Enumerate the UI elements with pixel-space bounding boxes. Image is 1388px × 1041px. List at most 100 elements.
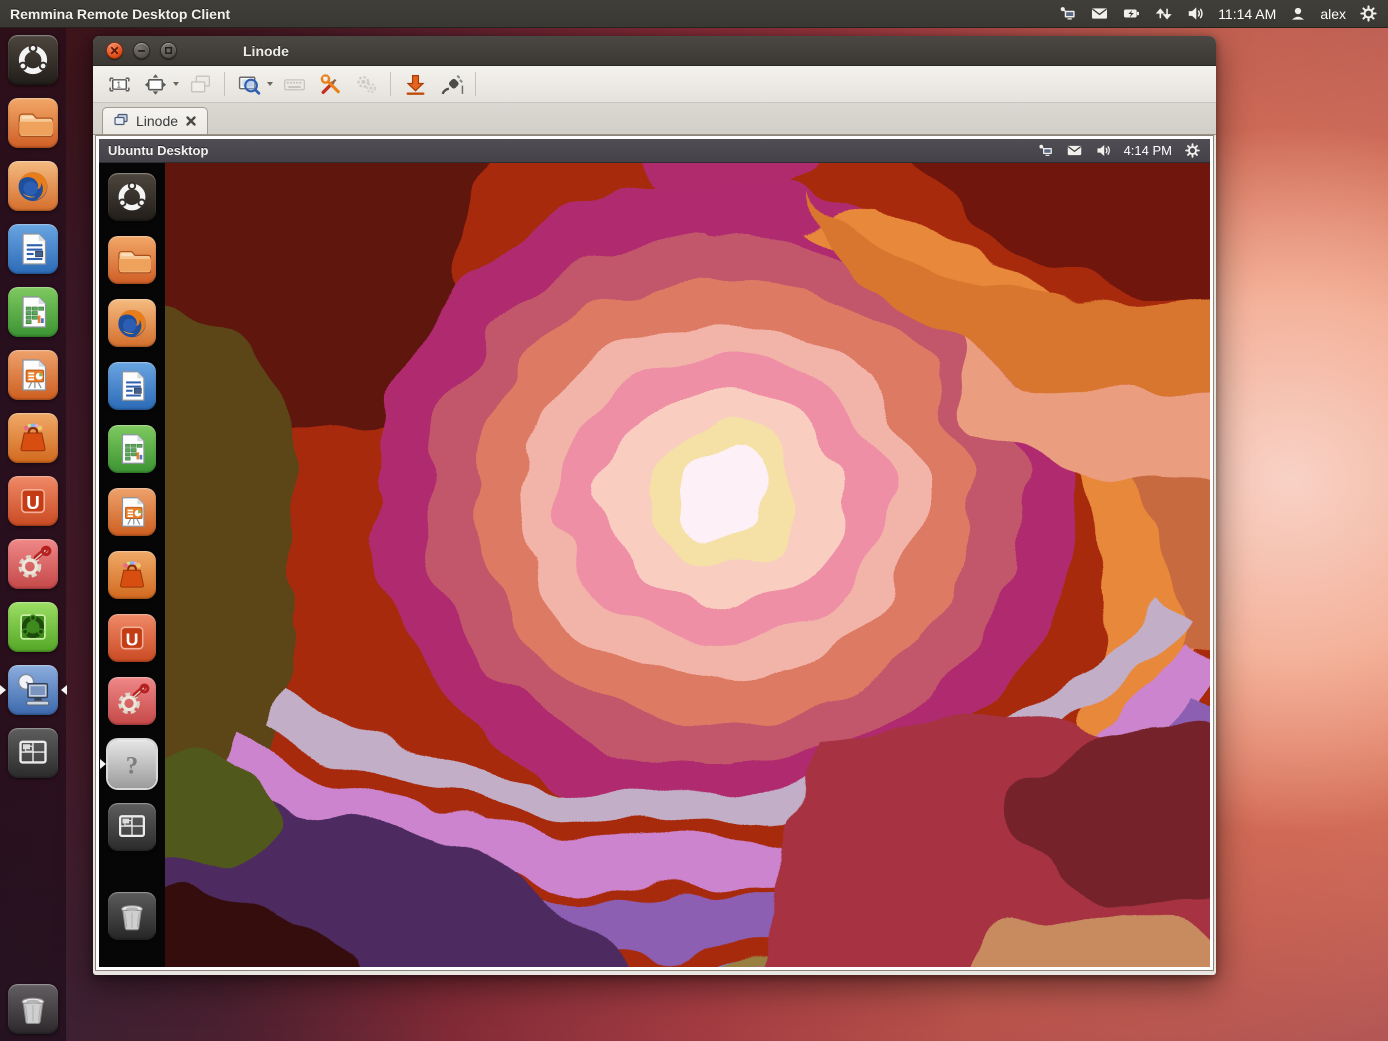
- remote-top-panel: Ubuntu Desktop 4:14 PM: [99, 139, 1210, 163]
- focused-indicator: [61, 685, 67, 695]
- launcher-item-lo-calc[interactable]: [108, 425, 156, 473]
- running-indicator: [0, 685, 6, 695]
- volume-icon[interactable]: [1095, 142, 1112, 159]
- launcher-item-lo-calc[interactable]: [8, 287, 58, 337]
- launcher-item-firefox[interactable]: [108, 299, 156, 347]
- lo-calc-icon: [13, 292, 53, 332]
- host-tray: 11:14 AM alex: [1058, 4, 1388, 23]
- launcher-item-ubuntu-one[interactable]: U: [8, 476, 58, 526]
- lo-impress-icon: [113, 493, 151, 531]
- toolbar-preferences-gears-button: [348, 70, 384, 99]
- toolbar-scaled-view-dropdown[interactable]: [264, 70, 276, 99]
- toolbar-import-grab-button[interactable]: [397, 70, 433, 99]
- workspace-switcher-icon: [13, 733, 53, 773]
- user-icon[interactable]: [1289, 5, 1307, 23]
- fullscreen-icon: [143, 72, 168, 97]
- software-center-icon: [13, 418, 53, 458]
- window-minimize-button[interactable]: [133, 42, 150, 59]
- battery-icon[interactable]: [1122, 4, 1141, 23]
- window-titlebar[interactable]: Linode: [93, 36, 1216, 66]
- tab-label: Linode: [136, 113, 178, 129]
- toolbar-scale-window-button[interactable]: 1: [101, 70, 137, 99]
- launcher-item-ubuntu-green[interactable]: [8, 602, 58, 652]
- tab-window-icon: [113, 112, 129, 131]
- help-icon: ?: [113, 745, 151, 783]
- toolbar-fullscreen-dropdown[interactable]: [170, 70, 182, 99]
- remote-frame: Ubuntu Desktop 4:14 PM U?: [95, 135, 1214, 971]
- launcher-item-ubuntu-dash[interactable]: [8, 35, 58, 85]
- launcher-item-home-folder[interactable]: [108, 236, 156, 284]
- toolbar-fullscreen-button[interactable]: [137, 70, 173, 99]
- remote-clock[interactable]: 4:14 PM: [1124, 143, 1172, 158]
- ubuntu-dash-icon: [113, 178, 151, 216]
- mail-icon[interactable]: [1090, 4, 1109, 23]
- trash-icon: [13, 989, 53, 1029]
- ubuntu-one-icon: U: [113, 619, 151, 657]
- launcher-item-lo-impress[interactable]: [108, 488, 156, 536]
- scaled-view-icon: [237, 72, 262, 97]
- svg-text:U: U: [126, 630, 139, 650]
- launcher-item-system-settings[interactable]: [8, 539, 58, 589]
- lo-writer-icon: [13, 229, 53, 269]
- launcher-item-software-center[interactable]: [108, 551, 156, 599]
- launcher-item-help[interactable]: ?: [108, 740, 156, 788]
- ubuntu-one-icon: U: [13, 481, 53, 521]
- session-gear-icon[interactable]: [1184, 142, 1201, 159]
- tab-linode[interactable]: Linode: [102, 107, 208, 134]
- software-center-icon: [113, 556, 151, 594]
- remote-body: U?: [99, 163, 1210, 967]
- network-icon[interactable]: [1058, 4, 1077, 23]
- toolbar-keyboard-grab-button: [276, 70, 312, 99]
- host-desktop: Remmina Remote Desktop Client 11:14 AMal…: [0, 0, 1388, 1041]
- tab-bar: Linode: [93, 103, 1216, 135]
- launcher-item-ubuntu-dash[interactable]: [108, 173, 156, 221]
- launcher-item-home-folder[interactable]: [8, 98, 58, 148]
- toolbar-disconnect-plug-button[interactable]: [433, 70, 469, 99]
- toolbar-separator: [390, 72, 391, 96]
- launcher-item-ubuntu-one[interactable]: U: [108, 614, 156, 662]
- session-gear-icon[interactable]: [1359, 4, 1378, 23]
- sync-arrows-icon[interactable]: [1154, 4, 1173, 23]
- remote-panel-title: Ubuntu Desktop: [99, 143, 208, 158]
- remmina-icon: [13, 670, 53, 710]
- host-clock[interactable]: 11:14 AM: [1218, 6, 1276, 22]
- host-top-panel: Remmina Remote Desktop Client 11:14 AMal…: [0, 0, 1388, 28]
- launcher-item-lo-writer[interactable]: [8, 224, 58, 274]
- launcher-item-trash[interactable]: [8, 984, 58, 1034]
- launcher-item-lo-impress[interactable]: [8, 350, 58, 400]
- disconnect-plug-icon: [439, 72, 464, 97]
- host-username[interactable]: alex: [1320, 6, 1346, 22]
- firefox-icon: [113, 304, 151, 342]
- window-close-button[interactable]: [106, 42, 123, 59]
- system-settings-icon: [113, 682, 151, 720]
- network-icon[interactable]: [1037, 142, 1054, 159]
- workspace-switcher-icon: [113, 808, 151, 846]
- window-controls: [106, 42, 177, 59]
- system-settings-icon: [13, 544, 53, 584]
- firefox-icon: [13, 166, 53, 206]
- launcher-item-lo-writer[interactable]: [108, 362, 156, 410]
- launcher-item-remmina[interactable]: [8, 665, 58, 715]
- launcher-item-software-center[interactable]: [8, 413, 58, 463]
- launcher-item-workspace-switcher[interactable]: [8, 728, 58, 778]
- lo-calc-icon: [113, 430, 151, 468]
- toolbar-tools-button[interactable]: [312, 70, 348, 99]
- svg-text:1: 1: [116, 80, 120, 89]
- launcher-item-workspace-switcher[interactable]: [108, 803, 156, 851]
- toolbar-scaled-view-button[interactable]: [231, 70, 267, 99]
- mail-icon[interactable]: [1066, 142, 1083, 159]
- lo-impress-icon: [13, 355, 53, 395]
- running-indicator: [100, 759, 106, 769]
- window-maximize-button[interactable]: [160, 42, 177, 59]
- tab-close-icon[interactable]: [185, 115, 197, 127]
- remote-desktop-view[interactable]: Ubuntu Desktop 4:14 PM U?: [99, 139, 1210, 967]
- volume-icon[interactable]: [1186, 4, 1205, 23]
- launcher-item-system-settings[interactable]: [108, 677, 156, 725]
- remote-wallpaper: [165, 163, 1210, 967]
- ubuntu-green-icon: [13, 607, 53, 647]
- launcher-item-trash[interactable]: [108, 892, 156, 940]
- tools-icon: [318, 72, 343, 97]
- host-launcher: U: [0, 28, 66, 1041]
- launcher-item-firefox[interactable]: [8, 161, 58, 211]
- scale-window-icon: 1: [107, 72, 132, 97]
